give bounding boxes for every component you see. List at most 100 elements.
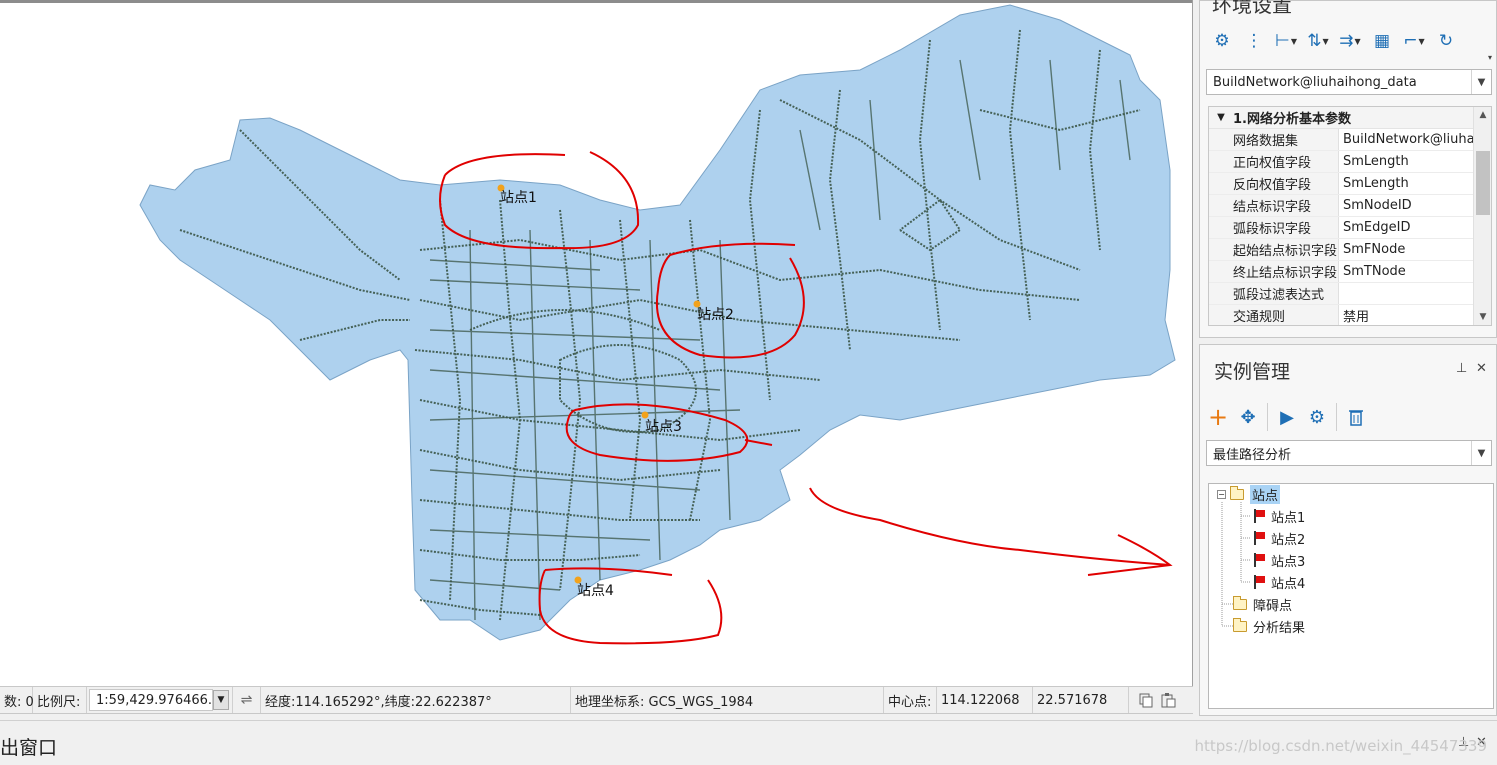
- tree-node-results[interactable]: 分析结果: [1233, 616, 1305, 636]
- chevron-down-icon: ▼: [1290, 36, 1297, 46]
- center-y-field[interactable]: 22.571678: [1033, 687, 1129, 713]
- gear-icon: ⚙: [1308, 406, 1326, 428]
- center-x-value[interactable]: 114.122068: [941, 693, 1020, 708]
- property-row[interactable]: 结点标识字段 SmNodeID: [1209, 195, 1491, 217]
- tree-node-label[interactable]: 分析结果: [1253, 617, 1305, 636]
- property-value[interactable]: SmTNode: [1339, 261, 1491, 282]
- tree-node-station-2[interactable]: 站点2: [1253, 528, 1305, 548]
- instance-manager-panel: 实例管理 ⊥ ✕ + ✥ ▶ ⚙ 最佳路径分析 ▼ − 站点 站点1 站点2 站…: [1199, 344, 1497, 716]
- direction-icon: ⇉: [1339, 31, 1354, 51]
- grid-tool-button[interactable]: ▦: [1368, 27, 1396, 55]
- property-section-title: 1.网络分析基本参数: [1233, 112, 1351, 127]
- topology-tool-button[interactable]: ⌐ ▼: [1400, 27, 1428, 55]
- paste-icon: [1161, 693, 1176, 708]
- move-icon: ✥: [1240, 406, 1256, 428]
- scroll-up-icon[interactable]: ▲: [1474, 107, 1491, 123]
- run-analysis-button[interactable]: ▶: [1273, 403, 1301, 431]
- property-value[interactable]: SmNodeID: [1339, 195, 1491, 216]
- property-key: 网络数据集: [1209, 129, 1339, 150]
- chevron-down-icon[interactable]: ▼: [1471, 441, 1491, 465]
- property-key: 正向权值字段: [1209, 151, 1339, 172]
- play-icon: ▶: [1280, 406, 1294, 428]
- paste-coordinates-button[interactable]: [1157, 690, 1179, 710]
- copy-coordinates-button[interactable]: [1135, 690, 1157, 710]
- property-key: 终止结点标识字段: [1209, 261, 1339, 282]
- map-view[interactable]: 站点1 站点2 站点3 站点4: [0, 0, 1193, 686]
- move-button[interactable]: ✥: [1234, 403, 1262, 431]
- property-row[interactable]: 终止结点标识字段 SmTNode: [1209, 261, 1491, 283]
- delete-instance-button[interactable]: [1342, 403, 1370, 431]
- tree-node-label[interactable]: 站点1: [1271, 507, 1305, 526]
- scroll-down-icon[interactable]: ▼: [1474, 309, 1491, 325]
- property-key: 弧段过滤表达式: [1209, 283, 1339, 304]
- property-row[interactable]: 正向权值字段 SmLength: [1209, 151, 1491, 173]
- scale-combo[interactable]: 1:59,429.976466... ▼: [87, 687, 233, 713]
- instance-settings-button[interactable]: ⚙: [1303, 403, 1331, 431]
- tree-node-station-1[interactable]: 站点1: [1253, 506, 1305, 526]
- red-flag-icon: [1253, 531, 1265, 545]
- folder-open-icon: [1230, 485, 1244, 500]
- direction-tool-button[interactable]: ⇉ ▼: [1336, 27, 1364, 55]
- center-x-field[interactable]: 114.122068: [937, 687, 1033, 713]
- property-row[interactable]: 弧段过滤表达式: [1209, 283, 1491, 305]
- property-key: 弧段标识字段: [1209, 217, 1339, 238]
- panel-pin-icon[interactable]: ⊥: [1456, 361, 1467, 376]
- tree-node-station-3[interactable]: 站点3: [1253, 550, 1305, 570]
- property-row[interactable]: 交通规则 禁用: [1209, 305, 1491, 325]
- network-icon: ⋮: [1245, 31, 1263, 51]
- analysis-type-combo[interactable]: 最佳路径分析 ▼: [1206, 440, 1492, 466]
- node-tool-button[interactable]: ⊢ ▼: [1272, 27, 1300, 55]
- node-icon: ⊢: [1275, 31, 1290, 51]
- toolbar-separator: [1336, 403, 1337, 431]
- weight-tool-button[interactable]: ⇅ ▼: [1304, 27, 1332, 55]
- analysis-type-value: 最佳路径分析: [1213, 447, 1292, 463]
- network-dataset-combo[interactable]: BuildNetwork@liuhaihong_data ▼: [1206, 69, 1492, 95]
- toolbar-overflow-icon[interactable]: ▾: [1488, 53, 1492, 62]
- swap-button[interactable]: ⇌: [233, 687, 261, 713]
- add-instance-button[interactable]: +: [1204, 403, 1232, 431]
- scroll-thumb[interactable]: [1476, 151, 1490, 215]
- collapse-icon[interactable]: −: [1217, 489, 1226, 499]
- tree-node-label[interactable]: 站点4: [1271, 573, 1305, 592]
- property-scrollbar[interactable]: ▲ ▼: [1473, 107, 1491, 325]
- folder-icon: [1233, 617, 1247, 632]
- tree-node-stations[interactable]: − 站点: [1217, 484, 1281, 504]
- tree-node-station-4[interactable]: 站点4: [1253, 572, 1305, 592]
- property-value[interactable]: BuildNetwork@liuhail: [1339, 129, 1491, 150]
- property-value[interactable]: [1339, 283, 1491, 304]
- property-value[interactable]: SmEdgeID: [1339, 217, 1491, 238]
- cursor-coordinates: 经度:114.165292°,纬度:22.622387°: [261, 687, 571, 713]
- scale-value[interactable]: 1:59,429.976466...: [89, 689, 220, 711]
- chevron-down-icon: ▼: [1322, 36, 1329, 46]
- center-y-value[interactable]: 22.571678: [1037, 693, 1107, 708]
- property-row[interactable]: 反向权值字段 SmLength: [1209, 173, 1491, 195]
- right-dock: 环境设置 ⚙ ⋮ ⊢ ▼ ⇅ ▼ ⇉ ▼ ▦ ⌐ ▼ ↻ ▾ BuildNetwork@…: [1197, 0, 1497, 720]
- tree-node-barriers[interactable]: 障碍点: [1233, 594, 1292, 614]
- property-row[interactable]: 弧段标识字段 SmEdgeID: [1209, 217, 1491, 239]
- chevron-down-icon: ▼: [1418, 36, 1425, 46]
- panel-close-icon[interactable]: ✕: [1476, 361, 1487, 376]
- collapse-icon[interactable]: ▼: [1209, 112, 1233, 123]
- folder-icon: [1233, 595, 1247, 610]
- station-label-1: 站点1: [500, 190, 537, 206]
- weight-icon: ⇅: [1307, 31, 1322, 51]
- tree-node-label[interactable]: 站点3: [1271, 551, 1305, 570]
- scale-dropdown-arrow-icon[interactable]: ▼: [213, 690, 229, 710]
- station-label-4: 站点4: [577, 583, 614, 599]
- property-row[interactable]: 起始结点标识字段 SmFNode: [1209, 239, 1491, 261]
- refresh-button[interactable]: ↻: [1432, 27, 1460, 55]
- tree-node-label[interactable]: 站点: [1250, 484, 1281, 504]
- property-value[interactable]: SmFNode: [1339, 239, 1491, 260]
- tree-node-label[interactable]: 障碍点: [1253, 595, 1292, 614]
- property-value[interactable]: SmLength: [1339, 151, 1491, 172]
- chevron-down-icon[interactable]: ▼: [1471, 70, 1491, 94]
- property-section-header[interactable]: ▼ 1.网络分析基本参数: [1209, 107, 1491, 129]
- property-row[interactable]: 网络数据集 BuildNetwork@liuhail: [1209, 129, 1491, 151]
- settings-gear-button[interactable]: ⚙: [1208, 27, 1236, 55]
- property-value[interactable]: SmLength: [1339, 173, 1491, 194]
- red-flag-icon: [1253, 553, 1265, 567]
- property-value[interactable]: 禁用: [1339, 305, 1491, 325]
- output-window-title: 出窗口: [0, 737, 58, 759]
- network-build-button[interactable]: ⋮: [1240, 27, 1268, 55]
- tree-node-label[interactable]: 站点2: [1271, 529, 1305, 548]
